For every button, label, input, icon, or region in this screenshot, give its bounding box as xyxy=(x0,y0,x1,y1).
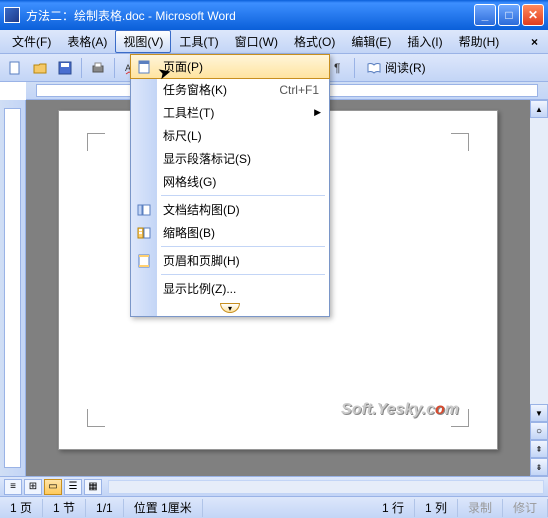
web-view-button[interactable]: ⊞ xyxy=(24,479,42,495)
next-page-button[interactable]: ⇟ xyxy=(530,458,548,476)
menu-separator xyxy=(161,274,325,275)
view-switcher-bar: ≡ ⊞ ▭ ☰ ▦ xyxy=(0,476,548,496)
status-position[interactable]: 位置 1厘米 xyxy=(124,499,203,517)
status-page-of[interactable]: 1/1 xyxy=(86,499,124,517)
menu-help[interactable]: 帮助(H) xyxy=(451,30,508,53)
menu-window[interactable]: 窗口(W) xyxy=(227,30,286,53)
reading-view-button[interactable]: 阅读(R) xyxy=(360,57,432,79)
menu-item-document-map[interactable]: 文档结构图(D) xyxy=(131,198,329,221)
scroll-up-button[interactable]: ▲ xyxy=(530,100,548,118)
menu-item-task-pane[interactable]: 任务窗格(K) Ctrl+F1 xyxy=(131,78,329,101)
menu-file[interactable]: 文件(F) xyxy=(4,30,59,53)
status-section[interactable]: 1 节 xyxy=(43,499,86,517)
thumbnails-icon xyxy=(135,224,153,242)
view-menu-dropdown: 页面(P) 任务窗格(K) Ctrl+F1 工具栏(T) ▶ 标尺(L) 显示段… xyxy=(130,54,330,317)
menu-item-toolbars[interactable]: 工具栏(T) ▶ xyxy=(131,101,329,124)
status-page[interactable]: 1 页 xyxy=(0,499,43,517)
menu-expand-button[interactable]: ▾ xyxy=(131,300,329,316)
menu-item-zoom[interactable]: 显示比例(Z)... xyxy=(131,277,329,300)
menu-separator xyxy=(161,246,325,247)
menu-item-ruler[interactable]: 标尺(L) xyxy=(131,124,329,147)
menu-item-show-paragraph-marks[interactable]: 显示段落标记(S) xyxy=(131,147,329,170)
open-button[interactable] xyxy=(29,57,51,79)
status-revision[interactable]: 修订 xyxy=(503,499,548,517)
menu-tools[interactable]: 工具(T) xyxy=(171,30,226,53)
browse-object-button[interactable]: ○ xyxy=(530,422,548,440)
status-bar: 1 页 1 节 1/1 位置 1厘米 1 行 1 列 录制 修订 xyxy=(0,496,548,518)
watermark: Soft.Yesky.com xyxy=(341,401,459,419)
maximize-button[interactable]: □ xyxy=(498,4,520,26)
vertical-ruler[interactable] xyxy=(0,100,26,476)
status-record[interactable]: 录制 xyxy=(458,499,503,517)
margin-corner-tr xyxy=(451,133,469,151)
vertical-scrollbar[interactable]: ▲ ▼ ○ ⇞ ⇟ xyxy=(530,100,548,476)
menu-table[interactable]: 表格(A) xyxy=(59,30,115,53)
reading-label: 阅读(R) xyxy=(385,59,426,76)
svg-text:¶: ¶ xyxy=(334,61,340,75)
minimize-button[interactable]: _ xyxy=(474,4,496,26)
window-title: 方法二：绘制表格.doc - Microsoft Word xyxy=(26,7,474,24)
menu-separator xyxy=(161,195,325,196)
menu-edit[interactable]: 编辑(E) xyxy=(343,30,399,53)
document-close-button[interactable]: × xyxy=(525,35,544,49)
menu-bar: 文件(F) 表格(A) 视图(V) 工具(T) 窗口(W) 格式(O) 编辑(E… xyxy=(0,30,548,54)
show-formatting-button[interactable]: ¶ xyxy=(327,57,349,79)
print-button[interactable] xyxy=(87,57,109,79)
margin-corner-bl xyxy=(87,409,105,427)
page-layout-icon xyxy=(135,58,153,76)
title-bar: 方法二：绘制表格.doc - Microsoft Word _ □ ✕ xyxy=(0,0,548,30)
menu-item-thumbnails[interactable]: 缩略图(B) xyxy=(131,221,329,244)
margin-corner-tl xyxy=(87,133,105,151)
print-layout-view-button[interactable]: ▭ xyxy=(44,479,62,495)
menu-item-header-footer[interactable]: 页眉和页脚(H) xyxy=(131,249,329,272)
save-button[interactable] xyxy=(54,57,76,79)
reading-layout-view-button[interactable]: ▦ xyxy=(84,479,102,495)
new-button[interactable] xyxy=(4,57,26,79)
menu-insert[interactable]: 插入(I) xyxy=(399,30,450,53)
horizontal-scrollbar[interactable] xyxy=(108,480,544,494)
header-footer-icon xyxy=(135,252,153,270)
submenu-arrow-icon: ▶ xyxy=(314,107,321,118)
close-button[interactable]: ✕ xyxy=(522,4,544,26)
menu-format[interactable]: 格式(O) xyxy=(286,30,343,53)
scroll-track[interactable] xyxy=(530,118,548,404)
prev-page-button[interactable]: ⇞ xyxy=(530,440,548,458)
menu-view[interactable]: 视图(V) xyxy=(115,30,171,53)
normal-view-button[interactable]: ≡ xyxy=(4,479,22,495)
outline-view-button[interactable]: ☰ xyxy=(64,479,82,495)
chevron-down-icon: ▾ xyxy=(220,303,240,313)
status-line[interactable]: 1 行 xyxy=(372,499,415,517)
doc-map-icon xyxy=(135,201,153,219)
menu-item-page-layout[interactable]: 页面(P) xyxy=(130,54,330,79)
app-icon xyxy=(4,7,20,23)
menu-item-gridlines[interactable]: 网格线(G) xyxy=(131,170,329,193)
status-column[interactable]: 1 列 xyxy=(415,499,458,517)
scroll-down-button[interactable]: ▼ xyxy=(530,404,548,422)
